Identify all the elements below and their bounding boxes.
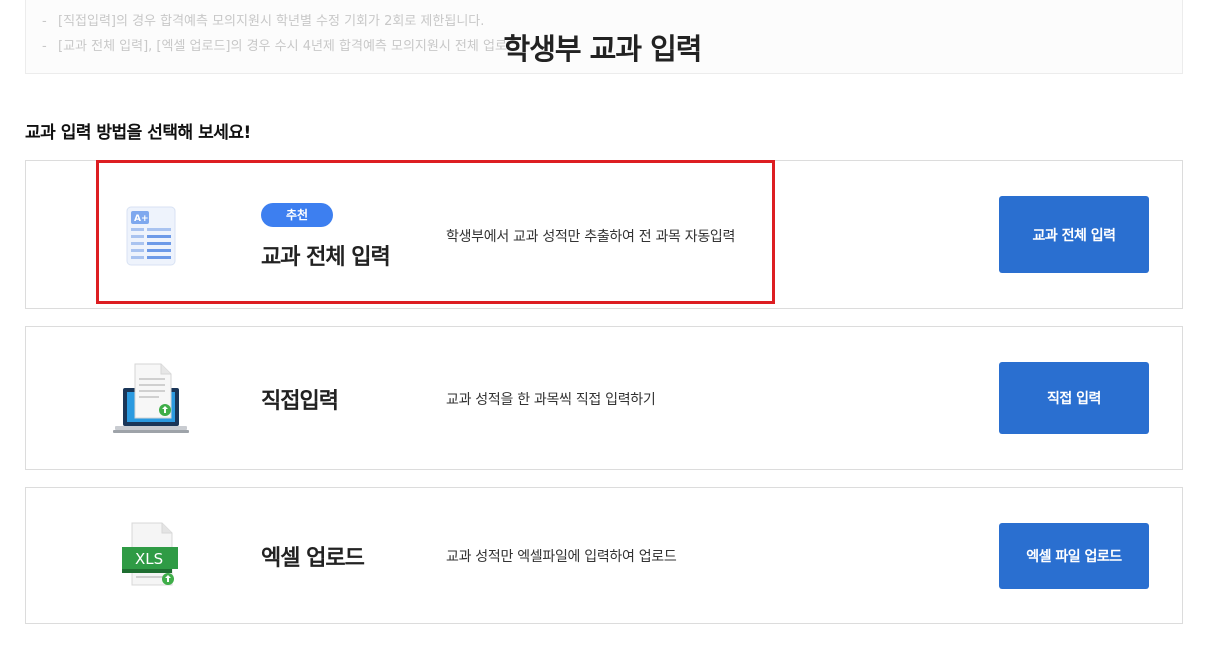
card-title: 교과 전체 입력 [261, 245, 391, 270]
grade-sheet-icon: A+ [121, 203, 181, 273]
xls-file-icon: XLS [116, 521, 186, 591]
card-description: 학생부에서 교과 성적만 추출하여 전 과목 자동입력 [446, 229, 736, 245]
input-method-card-direct[interactable]: 직접입력 교과 성적을 한 과목씩 직접 입력하기 직접 입력 [25, 326, 1183, 470]
section-heading: 교과 입력 방법을 선택해 보세요! [25, 123, 251, 143]
card-title: 직접입력 [261, 389, 339, 414]
xls-label: XLS [135, 550, 163, 568]
svg-text:A+: A+ [134, 214, 149, 224]
card-title: 엑셀 업로드 [261, 546, 365, 571]
laptop-document-icon [111, 362, 191, 433]
direct-input-button[interactable]: 직접 입력 [999, 362, 1149, 434]
excel-upload-button[interactable]: 엑셀 파일 업로드 [999, 523, 1149, 589]
page-title: 학생부 교과 입력 [503, 32, 703, 66]
card-description: 교과 성적만 엑셀파일에 입력하여 업로드 [446, 549, 677, 565]
notice-line-clipped: - [42, 0, 62, 5]
full-input-button[interactable]: 교과 전체 입력 [999, 196, 1149, 273]
card-description: 교과 성적을 한 과목씩 직접 입력하기 [446, 392, 656, 408]
input-method-card-full[interactable]: A+ 추천 교과 전체 입력 학생부에서 교과 성적만 추출하여 전 과목 자동… [25, 160, 1183, 309]
input-method-card-excel[interactable]: XLS 엑셀 업로드 교과 성적만 엑셀파일에 입력하여 업로드 엑셀 파일 업… [25, 487, 1183, 624]
recommended-badge: 추천 [261, 203, 333, 227]
